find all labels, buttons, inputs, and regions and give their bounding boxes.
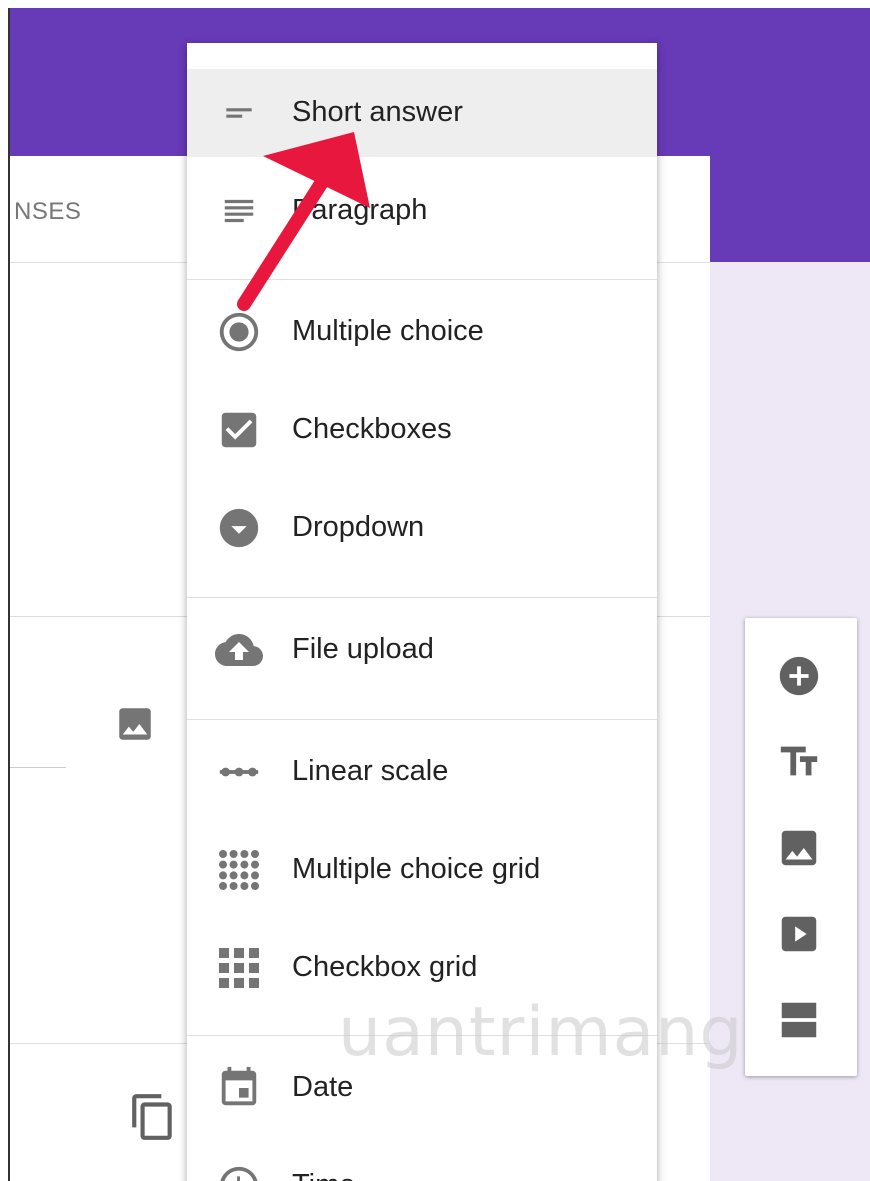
forms-editor: NSES Short answer Paragraph Multiple cho… [8, 8, 870, 1181]
watermark-logo: uantrimang [338, 993, 744, 1072]
window-edge [8, 8, 10, 1181]
